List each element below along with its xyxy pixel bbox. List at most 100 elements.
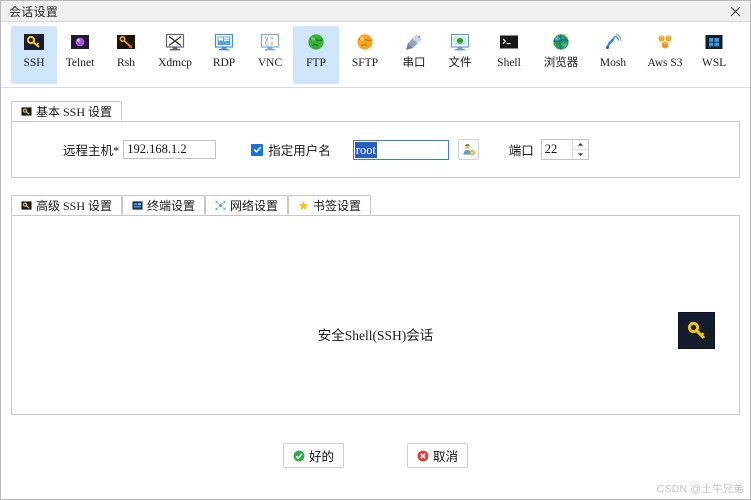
port-label: 端口 (508, 144, 534, 158)
tab-advanced-ssh-settings[interactable]: 高级 SSH 设置 (11, 195, 123, 215)
watermark: CSDN @土牛兄弟 (656, 483, 744, 495)
specify-username-row[interactable]: 指定用户名 (251, 140, 331, 159)
username-picker-button[interactable] (457, 139, 479, 160)
protocol-toolbar: SSH Telnet Rsh Xdmcp RDP V A C B VNC FTP… (1, 22, 750, 88)
shell-terminal-icon (500, 35, 518, 49)
ftp-globe-icon (308, 34, 324, 50)
cancel-button[interactable]: 取消 (407, 443, 469, 468)
protocol-item-ssh[interactable]: SSH (11, 26, 57, 84)
tab-basic-ssh-settings[interactable]: 基本 SSH 设置 (11, 101, 123, 121)
protocol-label: SSH (23, 57, 45, 69)
protocol-item-file[interactable]: 文件 (437, 26, 483, 84)
star-icon (298, 200, 309, 210)
telnet-icon (71, 35, 89, 49)
protocol-item-shell[interactable]: Shell (483, 26, 535, 84)
settings-panel: 基本 SSH 设置 远程主机* 指定用户名 root (1, 100, 750, 468)
key-icon (687, 321, 705, 339)
port-input[interactable] (541, 140, 572, 159)
tab-network-settings[interactable]: 网络设置 (205, 195, 289, 215)
tab-label: 基本 SSH 设置 (36, 104, 113, 119)
close-button[interactable] (720, 1, 750, 21)
protocol-item-rdp[interactable]: RDP (201, 26, 247, 84)
protocol-item-ftp[interactable]: FTP (293, 26, 339, 84)
protocol-item-serial[interactable]: 串口 (391, 26, 437, 84)
serial-port-icon (406, 34, 422, 50)
x-circle-icon (417, 450, 429, 461)
protocol-label: 串口 (402, 57, 426, 69)
protocol-label: WSL (701, 57, 727, 69)
tab-label: 网络设置 (230, 198, 279, 213)
protocol-label: Shell (497, 57, 521, 69)
host-input[interactable] (123, 140, 217, 159)
window-title: 会话设置 (9, 4, 59, 19)
svg-text:B: B (271, 41, 274, 46)
protocol-item-aws-s3[interactable]: Aws S3 (639, 26, 691, 84)
user-avatar-icon (463, 144, 475, 156)
host-label: 远程主机* (63, 144, 120, 158)
specify-username-label: 指定用户名 (268, 144, 331, 158)
port-stepper[interactable] (540, 139, 589, 160)
terminal-icon (132, 200, 143, 210)
ok-button-label: 好的 (308, 450, 334, 464)
session-settings-window: 会话设置 SSH Telnet Rsh Xdmcp RDP V A C B VN… (0, 0, 751, 500)
protocol-label: Mosh (599, 57, 627, 69)
specify-username-checkbox[interactable] (251, 143, 264, 156)
check-icon (253, 146, 262, 153)
tab-bookmark-settings[interactable]: 书签设置 (288, 195, 372, 215)
tab-terminal-settings[interactable]: 终端设置 (122, 195, 206, 215)
protocol-label: Rsh (117, 57, 135, 69)
connection-form: 远程主机* 指定用户名 root (11, 122, 740, 178)
ssh-key-icon (21, 200, 32, 210)
protocol-label: RDP (212, 57, 236, 69)
title-bar: 会话设置 (1, 1, 750, 22)
session-type-text: 安全Shell(SSH)会话 (317, 328, 434, 343)
protocol-item-xdmcp[interactable]: Xdmcp (149, 26, 201, 84)
protocol-item-rsh[interactable]: Rsh (103, 26, 149, 84)
username-input[interactable] (352, 139, 449, 160)
protocol-item-vnc[interactable]: V A C B VNC (247, 26, 293, 84)
protocol-label: Aws S3 (647, 57, 683, 69)
protocol-item-wsl[interactable]: WSL (691, 26, 737, 84)
wsl-windows-icon (705, 35, 723, 49)
primary-tab-strip: 基本 SSH 设置 (11, 100, 740, 122)
rdp-monitor-icon (214, 33, 234, 51)
file-monitor-icon (450, 33, 470, 51)
ssh-key-icon (21, 106, 32, 116)
protocol-label: 浏览器 (543, 57, 579, 69)
mosh-satellite-icon (606, 33, 622, 49)
rsh-icon (117, 35, 135, 49)
tab-label: 高级 SSH 设置 (36, 198, 113, 213)
username-input-wrap: root (352, 139, 449, 160)
network-nodes-icon (215, 200, 226, 210)
tab-label: 书签设置 (313, 198, 362, 213)
protocol-label: 文件 (448, 57, 472, 69)
session-preview-area: 安全Shell(SSH)会话 (11, 216, 740, 415)
protocol-label: FTP (306, 57, 326, 69)
ok-button[interactable]: 好的 (282, 443, 344, 468)
aws-s3-icon (658, 35, 672, 49)
session-key-badge (678, 312, 715, 349)
protocol-item-browser[interactable]: 浏览器 (535, 26, 587, 84)
check-circle-icon (293, 450, 305, 461)
protocol-item-sftp[interactable]: SFTP (339, 26, 391, 84)
chevron-down-icon (577, 153, 583, 156)
secondary-tab-strip: 高级 SSH 设置 终端设置 网络设置 书签设置 (11, 194, 740, 216)
protocol-item-mosh[interactable]: Mosh (587, 26, 639, 84)
ssh-key-icon (24, 34, 44, 50)
cancel-button-label: 取消 (433, 450, 459, 464)
tab-label: 终端设置 (147, 198, 196, 213)
port-spinner-buttons (571, 140, 588, 159)
protocol-label: VNC (257, 57, 283, 69)
protocol-item-telnet[interactable]: Telnet (57, 26, 103, 84)
svg-text:C: C (265, 41, 269, 47)
sftp-globe-icon (357, 34, 373, 50)
close-icon (730, 6, 740, 16)
vnc-monitor-icon: V A C B (260, 33, 280, 51)
port-spinner-down[interactable] (572, 150, 588, 159)
protocol-label: SFTP (351, 57, 379, 69)
port-spinner-up[interactable] (572, 140, 588, 150)
dialog-footer: 好的 取消 (11, 443, 740, 468)
protocol-label: Xdmcp (158, 57, 192, 69)
browser-globe-icon (553, 34, 569, 50)
protocol-label: Telnet (65, 57, 95, 69)
